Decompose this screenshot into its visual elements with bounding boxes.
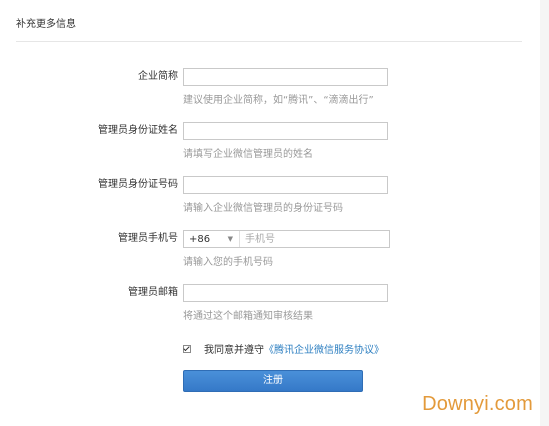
admin-name-hint: 请填写企业微信管理员的姓名 — [183, 149, 313, 160]
country-code-value: +86 — [189, 233, 211, 245]
company-short-hint: 建议使用企业简称，如“腾讯”、“滴滴出行” — [183, 95, 374, 106]
watermark: Downyi.com — [422, 393, 533, 415]
phone-field: +86 ▼ — [183, 230, 390, 248]
admin-name-input[interactable] — [183, 122, 388, 140]
phone-input[interactable] — [240, 231, 389, 247]
admin-phone-hint: 请输入您的手机号码 — [183, 257, 273, 268]
company-short-input[interactable] — [183, 68, 388, 86]
registration-card: 补充更多信息 企业简称 建议使用企业简称，如“腾讯”、“滴滴出行” 管理员身份证… — [0, 0, 540, 426]
register-button[interactable]: 注册 — [183, 370, 363, 392]
admin-id-label: 管理员身份证号码 — [98, 179, 178, 190]
admin-email-hint: 将通过这个邮箱通知审核结果 — [183, 311, 313, 322]
agreement-text: 我同意并遵守 — [204, 345, 264, 356]
admin-name-label: 管理员身份证姓名 — [98, 125, 178, 136]
agreement-checkbox[interactable] — [183, 344, 191, 353]
admin-id-hint: 请输入企业微信管理员的身份证号码 — [183, 203, 343, 214]
section-title: 补充更多信息 — [16, 19, 76, 30]
agreement-link[interactable]: 《腾讯企业微信服务协议》 — [264, 341, 384, 356]
admin-id-input[interactable] — [183, 176, 388, 194]
admin-email-input[interactable] — [183, 284, 388, 302]
company-short-label: 企业简称 — [138, 71, 178, 82]
country-code-select[interactable]: +86 ▼ — [184, 231, 240, 247]
agreement-row: 我同意并遵守 《腾讯企业微信服务协议》 — [183, 341, 384, 356]
caret-down-icon: ▼ — [227, 235, 233, 243]
admin-email-label: 管理员邮箱 — [128, 287, 178, 298]
admin-phone-label: 管理员手机号 — [118, 233, 178, 244]
divider — [16, 41, 522, 42]
